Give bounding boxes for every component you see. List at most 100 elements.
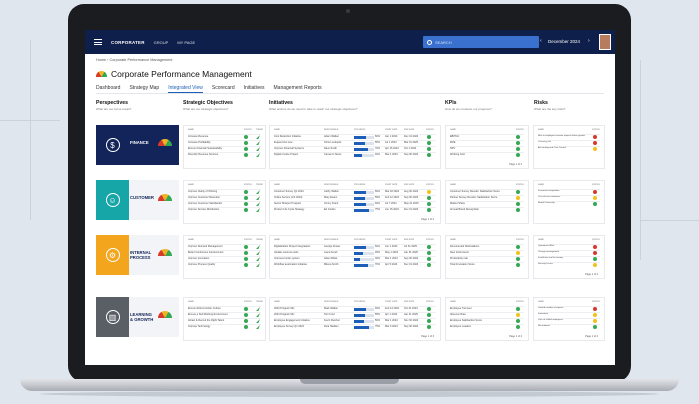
chevron-left-icon[interactable]: ‹ (540, 38, 542, 44)
pagination[interactable]: Page 1 of 2 (585, 273, 598, 276)
initiative-name[interactable]: Expand into new (274, 141, 293, 144)
breadcrumb[interactable]: Home › Corporate Performance Management (96, 58, 172, 62)
start-date[interactable]: Jun 15 2024 (385, 208, 399, 211)
start-date[interactable]: Jul 7 2024 (385, 202, 397, 205)
pagination[interactable]: Page 1 of 2 (585, 335, 598, 338)
initiative-name[interactable]: Employee Survey Q1 2024 (274, 325, 304, 328)
initiative-name[interactable]: Update resource tools (274, 251, 298, 254)
risk-name[interactable]: Change management (538, 251, 559, 253)
end-date[interactable]: Jan 31 2025 (404, 251, 418, 254)
responsible[interactable]: Milena Smith (324, 263, 338, 266)
objective-name[interactable]: Improve Customer Satisfaction (188, 202, 222, 205)
end-date[interactable]: Dec 31 2024 (404, 263, 418, 266)
risk-name[interactable]: Operational Risk (538, 245, 554, 247)
objective-name[interactable]: Improve Demand Management (188, 245, 222, 248)
start-date[interactable]: May 1 2024 (385, 251, 398, 254)
tab-strategy-map[interactable]: Strategy Map (129, 85, 159, 93)
responsible[interactable]: Cathy Walton (324, 190, 339, 193)
kpi-name[interactable]: Market Share (450, 202, 465, 205)
start-date[interactable]: Jun 1 2024 (385, 245, 397, 248)
kpi-name[interactable]: Employee Leaders (450, 325, 471, 328)
pagination[interactable]: Page 1 of 2 (509, 335, 522, 338)
start-date[interactable]: Feb 14 2024 (385, 307, 399, 310)
initiative-name[interactable]: Workflow automation initiative (274, 263, 307, 266)
initiative-name[interactable]: Employee Engagement Initiative (274, 319, 310, 322)
search-input[interactable]: SEARCH (423, 36, 539, 48)
end-date[interactable]: Nov 30 2024 (404, 319, 418, 322)
kpi-name[interactable]: NPV (450, 147, 455, 150)
end-date[interactable]: May 31 2025 (404, 202, 418, 205)
start-date[interactable]: Apr 5 2024 (385, 263, 397, 266)
start-date[interactable]: Mar 1 2024 (385, 319, 398, 322)
responsible[interactable]: Mark Walker (324, 307, 338, 310)
kpi-name[interactable]: Absence Rate (450, 313, 466, 316)
responsible[interactable]: Tom Ford (324, 313, 335, 316)
risk-name[interactable]: Recruitment (538, 325, 550, 327)
nav-group[interactable]: GROUP (154, 40, 169, 45)
objective-name[interactable]: Improve Innovation (188, 257, 209, 260)
end-date[interactable]: Jul 31 2025 (404, 245, 417, 248)
kpi-name[interactable]: Total Innovation Score (450, 263, 475, 266)
risk-name[interactable]: Cost of new customers (538, 196, 560, 198)
end-date[interactable]: Oct 31 2024 (404, 307, 418, 310)
kpi-name[interactable]: Employee Satisfaction Score (450, 319, 482, 322)
start-date[interactable]: Apr 1 2024 (385, 313, 397, 316)
risk-name[interactable]: Accounting and Cost Control (538, 147, 566, 149)
start-date[interactable]: Mar 18 2024 (385, 190, 399, 193)
initiative-name[interactable]: 2024 Program Mix (274, 313, 294, 316)
end-date[interactable]: Dec 31 2024 (404, 208, 418, 211)
risk-name[interactable]: Insufficient tool for testing (538, 257, 563, 259)
responsible[interactable]: Zara Hadden (324, 325, 339, 328)
nav-my-page[interactable]: MY PAGE (177, 40, 195, 45)
responsible[interactable]: Adam Black (324, 257, 337, 260)
start-date[interactable]: Jul 1 2024 (385, 141, 397, 144)
responsible[interactable]: Dave Smith (324, 147, 337, 150)
objective-name[interactable]: Diversify Revenue Sources (188, 153, 218, 156)
initiative-name[interactable]: Digitalization Project Integrations (274, 245, 310, 248)
objective-name[interactable]: Improve Customer Retention (188, 196, 220, 199)
kpi-name[interactable]: Productivity rate (450, 257, 468, 260)
end-date[interactable]: Aug 30 2024 (404, 190, 418, 193)
initiative-name[interactable]: Product Life Cycle Strategy (274, 208, 304, 211)
app-logo[interactable]: CORPORATER (111, 40, 145, 45)
start-date[interactable]: Mar 1 2024 (385, 257, 398, 260)
initiative-name[interactable]: Online Service (CS 2024) (274, 196, 302, 199)
start-date[interactable]: Feb 12 2024 (385, 196, 399, 199)
end-date[interactable]: Sep 30 2024 (404, 257, 418, 260)
end-date[interactable]: Sep 30 2024 (404, 196, 418, 199)
objective-name[interactable]: Improve Clarity of Offering (188, 190, 217, 193)
end-date[interactable]: Oct 1 2024 (404, 147, 416, 150)
initiative-name[interactable]: Improved order system (274, 257, 300, 260)
responsible[interactable]: George Fraser (324, 245, 340, 248)
responsible[interactable]: Laura Ferell (324, 251, 337, 254)
avatar[interactable] (599, 34, 611, 50)
pagination[interactable]: Page 1 of 2 (509, 163, 522, 166)
objective-name[interactable]: Ensure a Self-Working Environment (188, 313, 228, 316)
start-date[interactable]: Apr 15 2024 (385, 147, 399, 150)
tab-scorecard[interactable]: Scorecard (212, 85, 235, 93)
menu-icon[interactable] (94, 39, 102, 45)
objective-name[interactable]: Better Continuous Improvement (188, 251, 223, 254)
initiative-name[interactable]: Sector Sharper Program (274, 202, 301, 205)
kpi-name[interactable]: Partner Survey Results: Satisfaction Sco… (450, 196, 497, 199)
kpi-name[interactable]: Annual Brand Recognition (450, 208, 479, 211)
risk-name[interactable]: Innovation (538, 313, 548, 315)
risk-name[interactable]: Lack of skilled employees (538, 319, 563, 321)
period-date[interactable]: December 2024 (548, 39, 580, 44)
objective-name[interactable]: Attract & Recruit the Right Talent (188, 319, 224, 322)
responsible[interactable]: Jimmy Frank (324, 202, 338, 205)
start-date[interactable]: Mar 3 2024 (385, 325, 398, 328)
end-date[interactable]: Mar 31 2025 (404, 141, 418, 144)
responsible[interactable]: Kevin Fletcher (324, 319, 340, 322)
perspective-card[interactable]: ⚙ INTERNAL PROCESS (96, 235, 179, 275)
objective-name[interactable]: Ensure Robust Action Culture (188, 307, 221, 310)
objective-name[interactable]: Improve Service Distribution (188, 208, 219, 211)
pagination[interactable]: Page 1 of 3 (421, 335, 434, 338)
objective-name[interactable]: Ensure Financial Sustainability (188, 147, 222, 150)
start-date[interactable]: Mar 1 2024 (385, 153, 398, 156)
perspective-card[interactable]: ☺ CUSTOMER (96, 180, 179, 220)
end-date[interactable]: Sep 30 2024 (404, 153, 418, 156)
kpi-name[interactable]: EBITDA (450, 135, 459, 138)
kpi-name[interactable]: Documented Workstations (450, 245, 479, 248)
responsible[interactable]: Cameron Stone (324, 153, 342, 156)
